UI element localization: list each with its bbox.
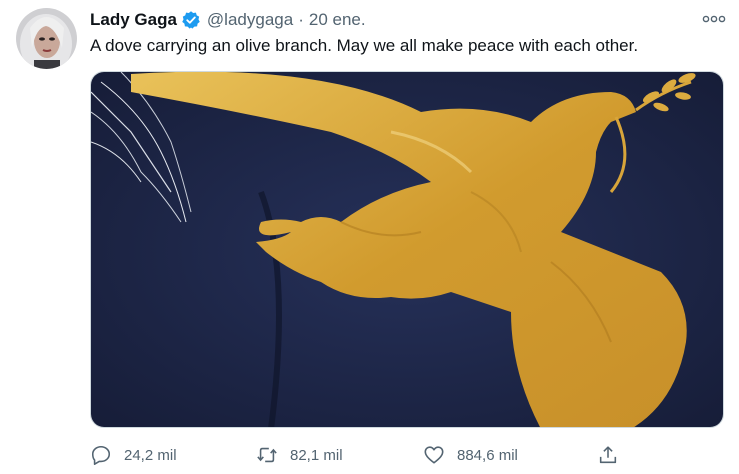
verified-badge-icon <box>181 10 201 30</box>
reply-button[interactable]: 24,2 mil <box>90 442 177 468</box>
header-separator: · <box>298 10 304 29</box>
gold-dove-brooch-image <box>91 72 723 427</box>
reply-icon <box>90 444 112 466</box>
like-button[interactable]: 884,6 mil <box>423 442 518 468</box>
tweet-text: A dove carrying an olive branch. May we … <box>90 36 639 55</box>
avatar[interactable] <box>16 8 77 69</box>
retweet-button[interactable]: 82,1 mil <box>256 442 343 468</box>
tweet-photo[interactable] <box>90 71 724 428</box>
tweet-header: Lady Gaga @ladygaga · 20 ene. <box>90 9 366 31</box>
more-options-icon[interactable] <box>700 8 728 30</box>
retweet-icon <box>256 444 278 466</box>
author-name[interactable]: Lady Gaga <box>90 10 177 30</box>
avatar-image <box>16 8 77 69</box>
tweet-date[interactable]: 20 ene. <box>309 10 366 30</box>
heart-icon <box>423 444 445 466</box>
retweet-count: 82,1 mil <box>290 446 343 464</box>
reply-count: 24,2 mil <box>124 446 177 464</box>
share-button[interactable] <box>597 442 619 468</box>
share-icon <box>597 444 619 466</box>
tweet-actions: 24,2 mil 82,1 mil 884,6 mil <box>90 442 635 468</box>
like-count: 884,6 mil <box>457 446 518 464</box>
author-handle[interactable]: @ladygaga <box>207 10 293 30</box>
